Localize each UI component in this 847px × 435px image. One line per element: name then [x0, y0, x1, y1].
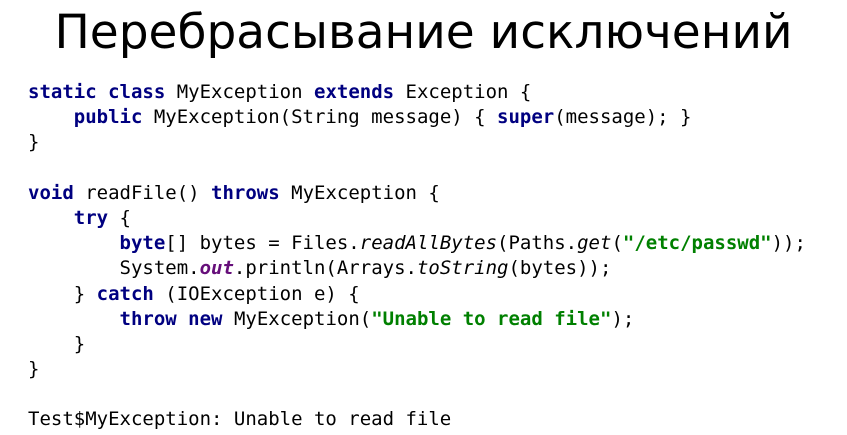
code-line: } catch (IOException e) {	[28, 282, 806, 307]
code-text: (bytes));	[508, 257, 612, 280]
code-text: [] bytes = Files.	[165, 232, 360, 255]
code-line: void readFile() throws MyException {	[28, 181, 806, 206]
code-line: byte[] bytes = Files.readAllBytes(Paths.…	[28, 231, 806, 256]
keyword-token: public	[73, 106, 143, 129]
code-line: System.out.println(Arrays.toString(bytes…	[28, 256, 806, 281]
code-text: (message); }	[554, 106, 692, 129]
code-text: }	[28, 131, 40, 154]
code-line: static class MyException extends Excepti…	[28, 80, 806, 105]
keyword-token: try	[73, 206, 109, 229]
blank-code-line	[28, 156, 806, 181]
blank-code-line	[28, 382, 806, 407]
code-text: MyException(String message) {	[142, 106, 498, 129]
code-text: MyException {	[279, 181, 440, 204]
code-text: MyException(	[222, 307, 372, 330]
code-line: Test$MyException: Unable to read file	[28, 407, 806, 432]
keyword-token: void	[28, 181, 74, 204]
code-text: }	[28, 332, 86, 355]
code-text: System.	[28, 257, 200, 280]
code-text: MyException	[165, 81, 315, 103]
keyword-token: static	[28, 81, 97, 103]
code-text: (	[611, 232, 623, 255]
keyword-token: super	[497, 106, 555, 129]
slide-title: Перебрасывание исключений	[54, 5, 793, 60]
static-method-token: toString	[416, 257, 509, 280]
code-text: );	[611, 307, 635, 330]
code-text: }	[28, 358, 40, 381]
string-literal-token: "/etc/passwd"	[622, 232, 772, 255]
code-line: }	[28, 130, 806, 155]
string-literal-token: "Unable to read file"	[371, 307, 612, 330]
code-text: (IOException e) {	[153, 282, 360, 305]
code-text: }	[28, 282, 97, 305]
code-line: }	[28, 357, 806, 382]
code-text: Exception {	[394, 81, 532, 103]
code-line: throw new MyException("Unable to read fi…	[28, 307, 806, 332]
keyword-token: class	[108, 81, 166, 103]
code-block: static class MyException extends Excepti…	[28, 80, 806, 433]
keyword-token: byte	[119, 232, 166, 255]
code-text: {	[108, 206, 131, 229]
code-line: public MyException(String message) { sup…	[28, 105, 806, 130]
keyword-token: extends	[314, 81, 395, 103]
keyword-token: catch	[96, 282, 154, 305]
code-text: (Paths.	[497, 232, 578, 255]
static-method-token: readAllBytes	[359, 232, 498, 255]
code-text: ));	[771, 232, 806, 255]
keyword-token: new	[188, 307, 223, 330]
code-text: .println(Arrays.	[233, 257, 417, 280]
code-text: readFile()	[73, 181, 212, 204]
code-text: Test$MyException: Unable to read file	[28, 408, 452, 431]
code-line: }	[28, 332, 806, 357]
static-field-token: out	[199, 257, 234, 280]
slide: Перебрасывание исключений static class M…	[0, 0, 847, 435]
static-method-token: get	[577, 232, 612, 255]
keyword-token: throw	[119, 307, 177, 330]
code-line: try {	[28, 206, 806, 231]
keyword-token: throws	[211, 181, 280, 204]
